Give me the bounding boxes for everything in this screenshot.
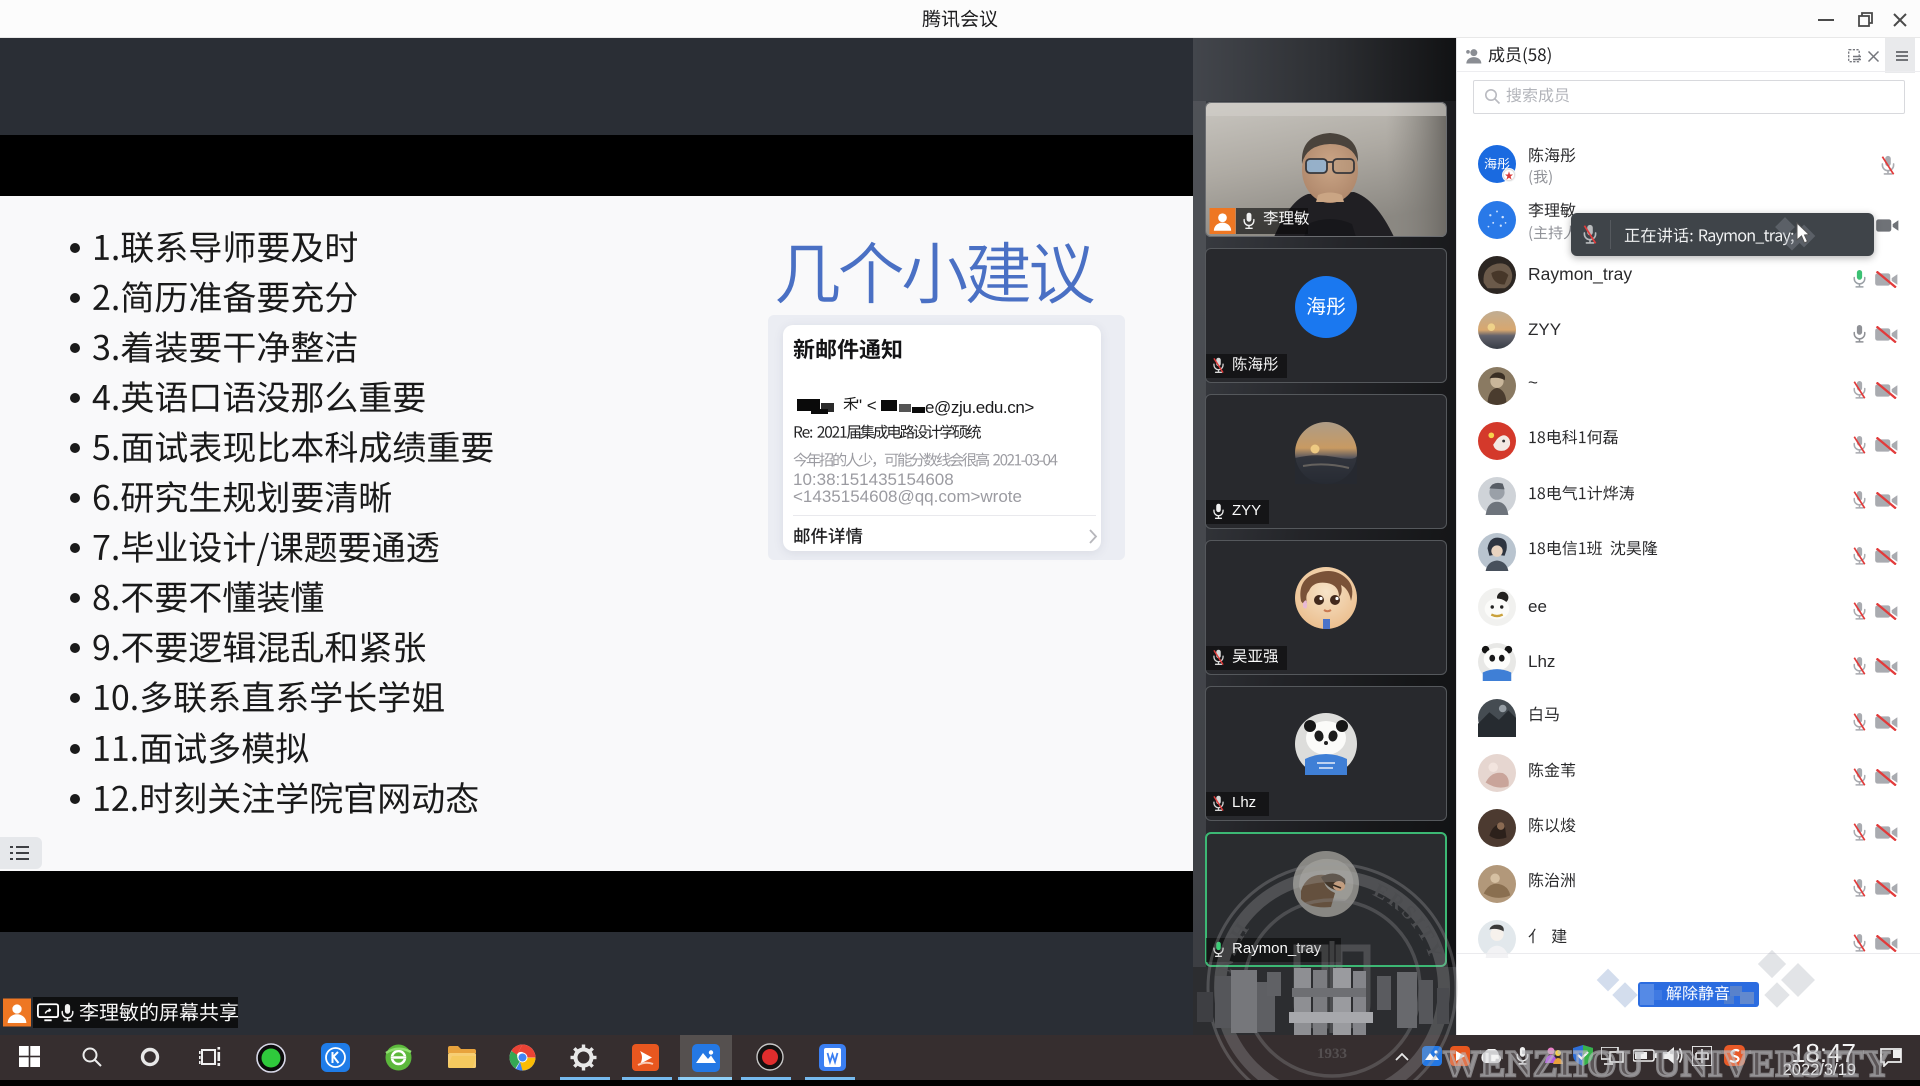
svg-text:1933: 1933 bbox=[1317, 1046, 1347, 1062]
